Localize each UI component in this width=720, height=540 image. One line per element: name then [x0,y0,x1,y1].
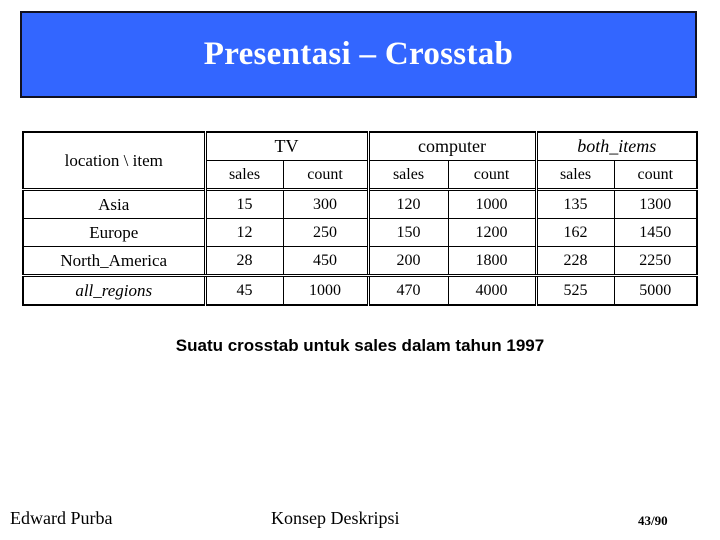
header-group-both-items: both_items [534,131,699,161]
cell-all-regions-both-items-count: 5000 [613,275,699,306]
footer-page-number: 43/90 [638,513,668,528]
footer-author: Edward Purba [10,508,113,528]
table-row: Europe 12 250 150 1200 162 1450 [22,218,699,247]
header-tv-count: count [282,160,369,190]
table-caption: Suatu crosstab untuk sales dalam tahun 1… [175,336,545,355]
cell-asia-tv-sales: 15 [203,188,284,219]
cell-all-regions-tv-count: 1000 [282,275,369,306]
header-corner-location-item: location \ item [22,131,206,190]
row-label-europe: Europe [22,218,206,247]
cell-north-america-tv-sales: 28 [203,246,284,277]
slide-title-banner: Presentasi – Crosstab [20,11,697,98]
cell-asia-computer-sales: 120 [366,188,449,219]
cell-all-regions-tv-sales: 45 [203,275,284,306]
cell-north-america-both-items-sales: 228 [534,246,615,277]
crosstab-table: location \ item TV computer both_items s… [22,131,699,306]
row-label-north-america: North_America [22,246,206,277]
cell-europe-both-items-count: 1450 [613,218,699,247]
cell-all-regions-computer-count: 4000 [447,275,537,306]
cell-europe-tv-sales: 12 [203,218,284,247]
cell-asia-both-items-count: 1300 [613,188,699,219]
header-group-computer: computer [366,131,537,161]
cell-north-america-both-items-count: 2250 [613,246,699,277]
footer-subject: Konsep Deskripsi [271,508,400,528]
header-group-tv: TV [203,131,369,161]
cell-europe-computer-sales: 150 [366,218,449,247]
cell-europe-tv-count: 250 [282,218,369,247]
header-computer-count: count [447,160,537,190]
cell-europe-both-items-sales: 162 [534,218,615,247]
cell-north-america-tv-count: 450 [282,246,369,277]
crosstab-header: location \ item TV computer both_items s… [22,131,699,190]
header-computer-sales: sales [366,160,449,190]
row-label-all-regions: all_regions [22,275,206,306]
slide-footer: Edward Purba Konsep Deskripsi 43/90 [0,508,720,540]
cell-asia-computer-count: 1000 [447,188,537,219]
cell-all-regions-both-items-sales: 525 [534,275,615,306]
cell-europe-computer-count: 1200 [447,218,537,247]
crosstab-body: Asia 15 300 120 1000 135 1300 Europe 12 … [22,188,699,306]
cell-asia-both-items-sales: 135 [534,188,615,219]
cell-north-america-computer-sales: 200 [366,246,449,277]
cell-north-america-computer-count: 1800 [447,246,537,277]
header-tv-sales: sales [203,160,284,190]
table-row: North_America 28 450 200 1800 228 2250 [22,246,699,277]
table-row: Asia 15 300 120 1000 135 1300 [22,188,699,219]
table-row-total: all_regions 45 1000 470 4000 525 5000 [22,275,699,306]
header-both-items-sales: sales [534,160,615,190]
cell-all-regions-computer-sales: 470 [366,275,449,306]
cell-asia-tv-count: 300 [282,188,369,219]
table-header-row-groups: location \ item TV computer both_items [22,131,699,190]
crosstab-container: location \ item TV computer both_items s… [22,131,699,306]
page-title: Presentasi – Crosstab [203,36,514,73]
row-label-asia: Asia [22,188,206,219]
header-both-items-count: count [613,160,699,190]
